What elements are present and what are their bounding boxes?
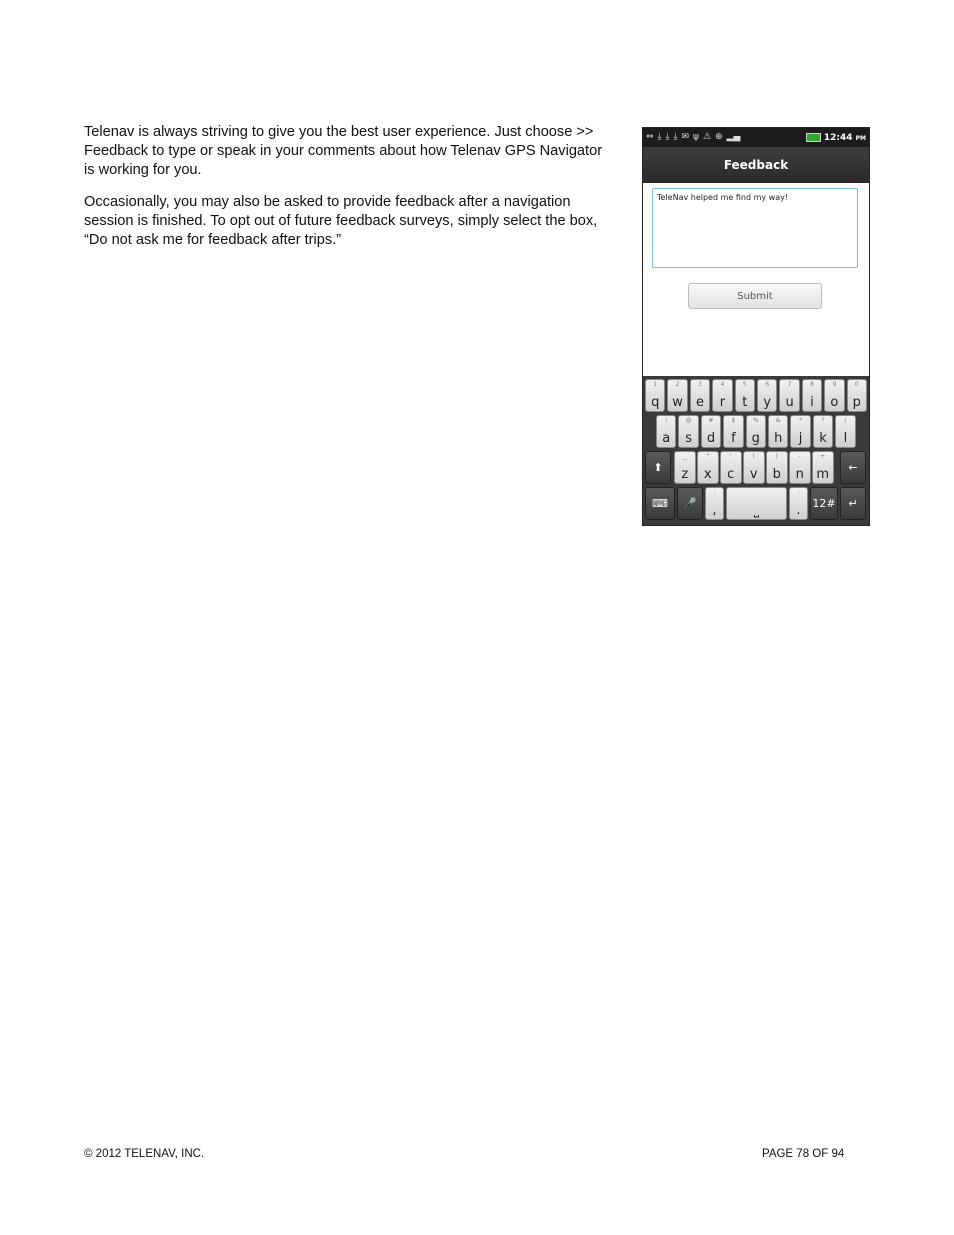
footer-page-number: PAGE 78 OF 94: [762, 1148, 845, 1160]
key-i[interactable]: 8i: [801, 379, 823, 412]
download-icon: ⤓: [657, 132, 662, 142]
screen-title: Feedback: [643, 147, 869, 183]
key-l[interactable]: / l: [835, 415, 856, 448]
battery-icon: [805, 133, 821, 142]
key-d[interactable]: # d: [700, 415, 722, 448]
key-s[interactable]: @ s: [678, 415, 699, 448]
warning-icon: ⚠: [702, 132, 712, 142]
usb-debug-icon: ψ: [693, 132, 699, 142]
feedback-textarea[interactable]: TeleNav helped me find my way!: [652, 188, 858, 268]
mail-icon: ✉: [681, 132, 690, 142]
key-q[interactable]: 1q: [645, 379, 666, 412]
key-f[interactable]: $ f: [723, 415, 744, 448]
key-w[interactable]: 2w: [667, 379, 688, 412]
key-m[interactable]: + m: [812, 451, 834, 484]
key-z[interactable]: _ z: [674, 451, 696, 484]
submit-button[interactable]: Submit: [688, 283, 822, 309]
key-h[interactable]: & h: [768, 415, 789, 448]
key-p[interactable]: 0p: [846, 379, 867, 412]
intro-paragraph: Telenav is always striving to give you t…: [84, 124, 603, 178]
key-b[interactable]: ) b: [766, 451, 788, 484]
keyboard-row-1: 1q2w3e4r5t6y7u8i9o0p: [643, 379, 869, 415]
backspace-key[interactable]: ←: [840, 451, 866, 484]
key-e[interactable]: 3e: [689, 379, 711, 412]
key-y[interactable]: 6y: [757, 379, 778, 412]
status-clock: 12:44 PM: [823, 132, 866, 143]
space-key[interactable]: ⎵: [726, 487, 787, 520]
status-bar: ⇔ ⤓ ⤓ ⤓ ✉ ψ ⚠ ⊕ ▂▄ 12:44 PM: [643, 128, 869, 147]
key-x[interactable]: " x: [697, 451, 719, 484]
footer-copyright: © 2012 TELENAV, INC.: [84, 1148, 205, 1160]
opt-out-paragraph: Occasionally, you may also be asked to p…: [84, 194, 598, 248]
keyboard-row-2: ! a @ s # d $ f% g & h * j? k / l: [643, 415, 869, 451]
key-t[interactable]: 5t: [734, 379, 755, 412]
download-icon: ⤓: [673, 132, 678, 142]
key-c[interactable]: ' c: [720, 451, 742, 484]
signal-icon: ▂▄: [726, 132, 741, 142]
key-k[interactable]: ? k: [812, 415, 834, 448]
gps-icon: ⊕: [715, 132, 723, 142]
comma-key[interactable]: :,: [705, 487, 724, 520]
mic-icon[interactable]: 🎤: [677, 487, 703, 520]
keyboard-row-4: ⌨ 🎤 :, ⎵ :. 12# ↵: [643, 487, 869, 523]
phone-screenshot: ⇔ ⤓ ⤓ ⤓ ✉ ψ ⚠ ⊕ ▂▄ 12:44 PM Feedback Tel…: [642, 127, 870, 526]
download-icon: ⤓: [665, 132, 670, 142]
key-n[interactable]: -n: [789, 451, 811, 484]
key-g[interactable]: % g: [745, 415, 766, 448]
enter-key[interactable]: ↵: [840, 487, 866, 520]
period-key[interactable]: :.: [789, 487, 808, 520]
key-o[interactable]: 9o: [824, 379, 845, 412]
key-v[interactable]: (v: [743, 451, 765, 484]
usb-icon: ⇔: [646, 132, 654, 142]
key-a[interactable]: ! a: [656, 415, 677, 448]
keyboard-row-3: ⬆ ← _ z " x ' c(v) b - n + m: [643, 451, 869, 487]
shift-key[interactable]: ⬆: [645, 451, 671, 484]
keyboard-switch-icon[interactable]: ⌨: [645, 487, 675, 520]
feedback-form: TeleNav helped me find my way! Submit: [643, 183, 869, 376]
key-j[interactable]: * j: [790, 415, 811, 448]
soft-keyboard: 1q2w3e4r5t6y7u8i9o0p ! a @ s # d $ f% g & h * j? k / l …: [643, 376, 869, 525]
key-u[interactable]: 7u: [779, 379, 800, 412]
symbols-key[interactable]: 12#: [810, 487, 838, 520]
key-r[interactable]: 4r: [712, 379, 733, 412]
